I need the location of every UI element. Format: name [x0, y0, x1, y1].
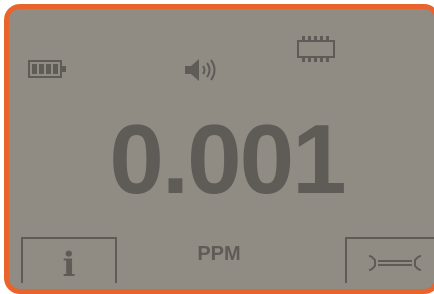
- info-button[interactable]: i: [21, 237, 117, 285]
- lcd-display: 0.001 PPM i: [9, 9, 434, 289]
- unit-label: PPM: [197, 243, 241, 265]
- device-screen-frame: 0.001 PPM i: [4, 4, 434, 294]
- gas-reading-value: 0.001: [109, 104, 346, 214]
- wrench-icon: [369, 255, 421, 271]
- settings-button[interactable]: [345, 237, 434, 283]
- info-icon: i: [62, 245, 76, 285]
- speaker-icon: [185, 59, 216, 81]
- battery-icon: [28, 60, 66, 78]
- memory-chip-icon: [297, 36, 335, 62]
